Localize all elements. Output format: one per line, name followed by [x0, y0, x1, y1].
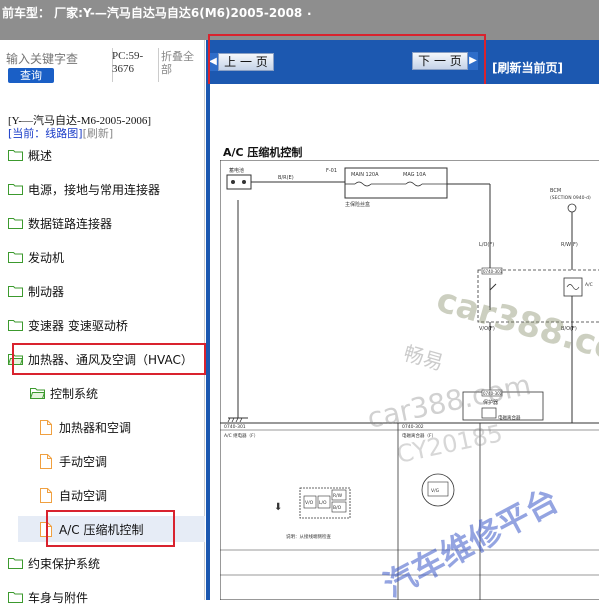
search-input[interactable]: [6, 50, 110, 68]
tree-item-label: 数据链路连接器: [28, 216, 113, 231]
highlight-box-compressor: [46, 510, 175, 547]
sidebar: 查询 PC:59-3676 折叠全部 [Y-—汽马自达-M6-2005-2006…: [0, 40, 206, 605]
folder-icon: [8, 184, 23, 195]
window-title: 前车型： 厂家:Y-—汽马自达马自达6(M6)2005-2008: [2, 6, 303, 20]
connector-label: F-01: [326, 168, 337, 174]
tree-item-label: 自动空调: [59, 488, 108, 503]
current-location: [当前：线路图][刷新]: [8, 125, 113, 141]
folder-icon: [8, 218, 23, 229]
refresh-page-link[interactable]: [刷新当前页]: [492, 59, 563, 76]
fuse-label: MAG 10A: [403, 172, 426, 178]
folder-icon: [8, 252, 23, 263]
tree-item-label: 变速器 变速驱动桥: [28, 318, 128, 333]
svg-text:0740-301: 0740-301: [483, 269, 503, 274]
tree-item[interactable]: 变速器 变速驱动桥: [8, 312, 128, 338]
highlight-box-hvac: [12, 343, 206, 375]
refresh-link[interactable]: [刷新]: [83, 127, 114, 140]
current-value[interactable]: 线路图]: [45, 127, 82, 140]
tree-item[interactable]: 自动空调: [40, 482, 107, 508]
battery-label: 蓄电池: [229, 167, 244, 174]
tree-item[interactable]: 手动空调: [40, 448, 107, 474]
svg-text:电磁离合器: 电磁离合器: [498, 414, 521, 421]
folder-icon: [8, 592, 23, 603]
svg-text:⬇: ⬇: [274, 502, 282, 513]
battery-symbol: [226, 174, 252, 190]
diagram-frame: [220, 160, 599, 600]
svg-text:R/W: R/W: [333, 493, 343, 499]
file-icon: [40, 453, 52, 469]
bottom-left-label: A/C 继电器（F）: [224, 432, 258, 439]
wire-label: V/O(F): [479, 326, 495, 332]
svg-text:A/C: A/C: [585, 282, 593, 288]
tree-item-label: 概述: [28, 148, 53, 163]
svg-text:B/O: B/O: [333, 505, 342, 511]
current-prefix: [当前：: [8, 127, 46, 140]
nav-highlight-box: [208, 34, 486, 86]
tree-item-label: 车身与附件: [28, 590, 89, 605]
folder-icon: [8, 558, 23, 569]
tree-item-label: 加热器和空调: [59, 420, 132, 435]
wire-label: L/O(F): [479, 242, 494, 248]
tree-item[interactable]: 控制系统: [30, 380, 98, 406]
svg-text:0740-301: 0740-301: [224, 424, 246, 430]
svg-text:V/O: V/O: [305, 500, 314, 506]
protector-label: 保护器: [483, 399, 498, 406]
file-icon: [40, 419, 52, 435]
tree-item-label: 制动器: [28, 284, 65, 299]
wire-label: R/W(F): [561, 242, 578, 248]
search-button[interactable]: 查询: [8, 68, 54, 83]
tree-item-label: 电源，接地与常用连接器: [28, 182, 161, 197]
svg-text:V/G: V/G: [431, 488, 440, 494]
tree-item-label: 手动空调: [59, 454, 108, 469]
wire-label: B/R(E): [278, 175, 294, 181]
folder-open-icon: [30, 388, 45, 399]
title-dot: .: [307, 4, 312, 18]
svg-text:L/O: L/O: [319, 500, 327, 506]
tree-item[interactable]: 约束保护系统: [8, 550, 100, 576]
tree-item[interactable]: 车身与附件: [8, 584, 88, 610]
tree-item[interactable]: 制动器: [8, 278, 64, 304]
folder-icon: [8, 150, 23, 161]
folder-icon: [8, 320, 23, 331]
tree-item-label: 约束保护系统: [28, 556, 101, 571]
svg-text:0740-302: 0740-302: [483, 391, 503, 396]
wire-label: B/O(F): [561, 326, 577, 332]
bcm-label: BCM: [550, 188, 561, 194]
bottom-right-label: 电磁离合器（F）: [402, 432, 436, 439]
caption: 说明：从接线端侧检查: [286, 533, 331, 540]
divider: [158, 48, 159, 82]
svg-text:0740-302: 0740-302: [402, 424, 424, 430]
fuse-box-label: 主保险丝盒: [345, 201, 370, 208]
document-title: A/C 压缩机控制: [223, 146, 303, 159]
collapse-all-link[interactable]: 折叠全部: [161, 50, 201, 76]
wiring-diagram: 蓄电池 B/R(E) F-01 MAIN 120A MAG 10A 主保险丝盒 …: [220, 160, 599, 600]
pc-code: PC:59-3676: [112, 50, 144, 75]
tree-item[interactable]: 电源，接地与常用连接器: [8, 176, 160, 202]
document-frame: A/C 压缩机控制 蓄电池 B/R(E) F-01 MAIN 120A MAG …: [206, 84, 599, 600]
tree-item-label: 控制系统: [50, 386, 99, 401]
tree-item[interactable]: 概述: [8, 142, 52, 168]
tree-item[interactable]: 发动机: [8, 244, 64, 270]
search-area: 查询 PC:59-3676 折叠全部: [0, 40, 205, 88]
folder-icon: [8, 286, 23, 297]
tree-item[interactable]: 加热器和空调: [40, 414, 131, 440]
bcm-section-label: (SECTION 0940-d): [550, 195, 591, 201]
tree-item[interactable]: 数据链路连接器: [8, 210, 112, 236]
file-icon: [40, 487, 52, 503]
tree-item-label: 发动机: [28, 250, 65, 265]
content-pane: ◀ 上 一 页 下 一 页 ▶ [刷新当前页] A/C 压缩机控制 蓄电池 B/…: [206, 34, 599, 605]
fuse-label: MAIN 120A: [351, 172, 379, 178]
